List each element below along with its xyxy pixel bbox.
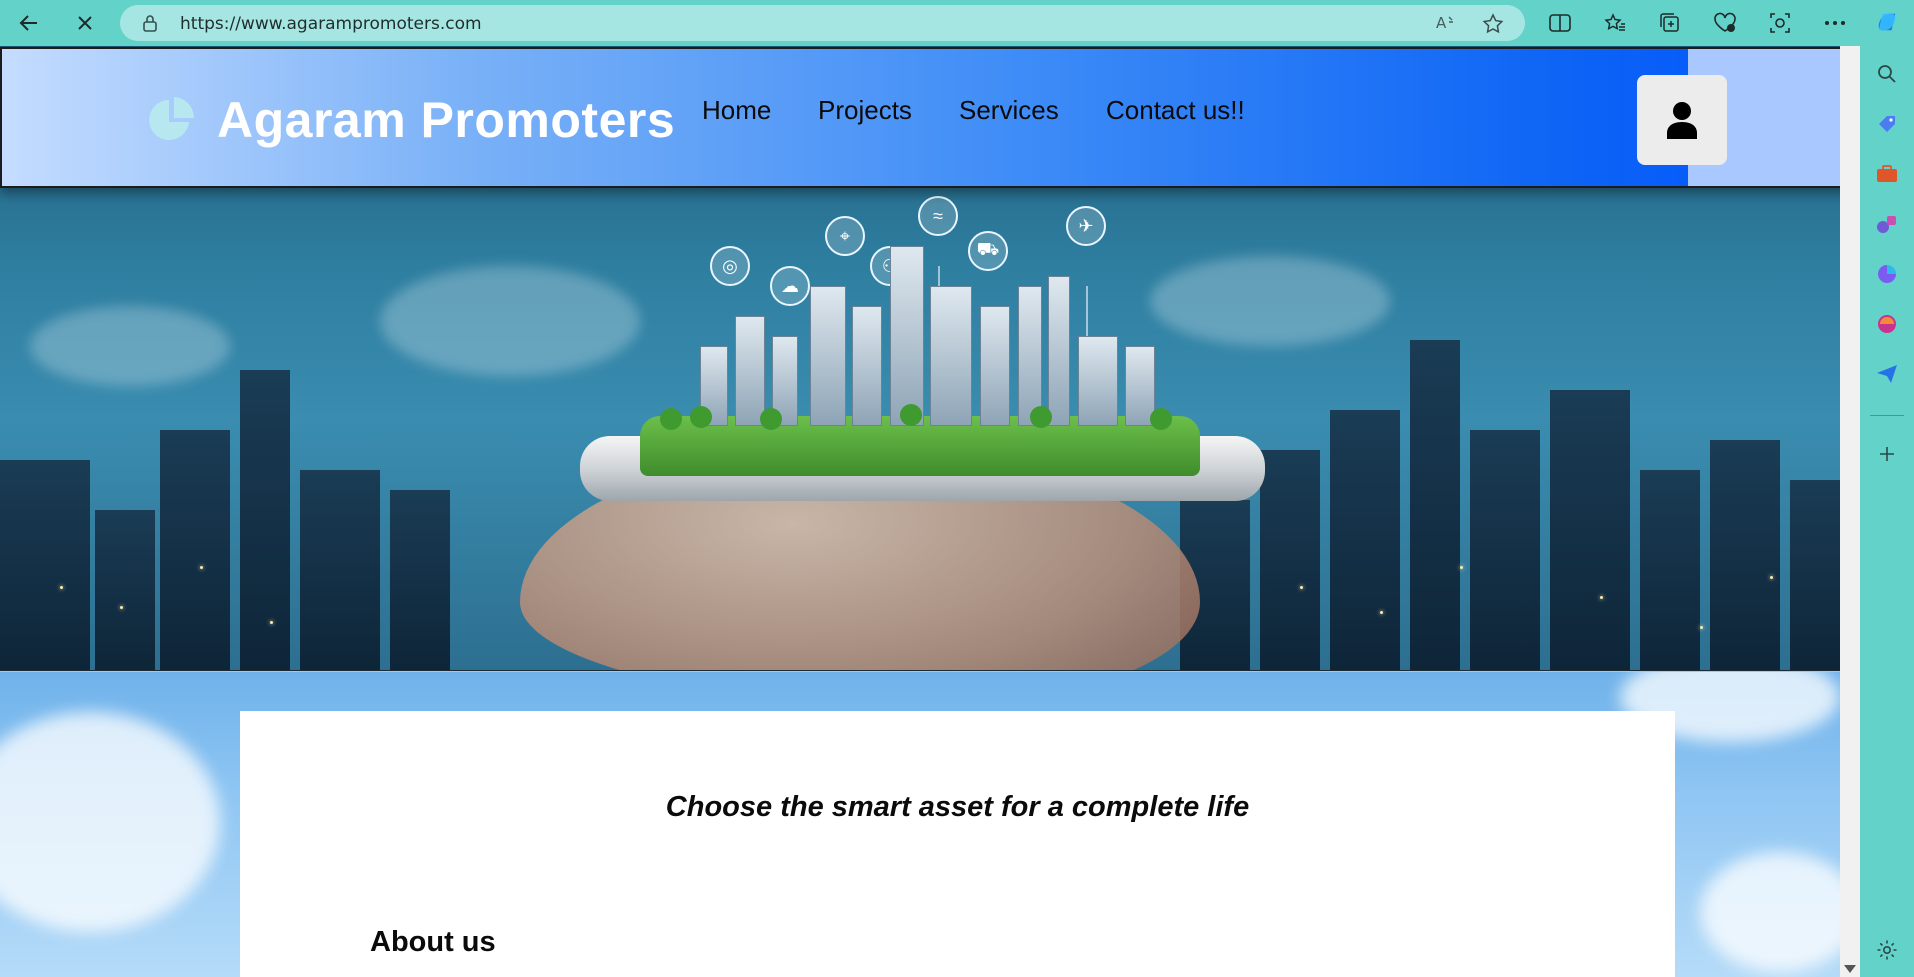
url-text[interactable]: https://www.agarampromoters.com [180,14,482,34]
copilot-icon[interactable] [1875,10,1899,34]
back-arrow-icon [19,15,37,31]
lock-icon[interactable] [142,14,158,37]
page-scrollbar[interactable] [1840,46,1860,977]
address-bar[interactable]: https://www.agarampromoters.com A [120,5,1525,41]
microsoft-365-icon[interactable] [1875,262,1899,286]
search-icon[interactable] [1875,62,1899,86]
browser-toolbar: https://www.agarampromoters.com A [0,0,1914,46]
collections-icon[interactable] [1657,10,1683,36]
browser-sidebar [1860,0,1914,977]
screenshot-icon[interactable] [1767,10,1793,36]
user-account-button[interactable] [1637,75,1727,165]
add-icon[interactable] [1875,442,1899,466]
svg-text:A: A [1436,14,1447,32]
favorite-star-icon[interactable] [1482,13,1504,40]
close-icon [78,16,92,30]
split-screen-icon[interactable] [1547,10,1573,36]
shopping-tag-icon[interactable] [1875,112,1899,136]
settings-gear-icon[interactable] [1875,938,1899,962]
user-icon [1667,102,1697,139]
nav-home[interactable]: Home [702,95,771,126]
nav-services[interactable]: Services [959,95,1059,126]
tools-briefcase-icon[interactable] [1875,162,1899,186]
about-us-heading: About us [370,926,496,958]
tagline: Choose the smart asset for a complete li… [665,791,1250,823]
pie-chart-logo-icon[interactable] [147,94,197,144]
web-page: ◎ ☁ ⌖ ⚇ ≈ ⛟ ✈ Choose the smart [0,46,1860,977]
back-button[interactable] [14,8,44,38]
read-aloud-icon[interactable]: A [1435,13,1457,38]
site-header: Agaram Promoters Home Projects Services … [0,47,1860,188]
nav-contact[interactable]: Contact us!! [1106,95,1245,126]
favorites-icon[interactable] [1602,10,1628,36]
games-icon[interactable] [1875,212,1899,236]
send-icon[interactable] [1875,362,1899,386]
nav-projects[interactable]: Projects [818,95,912,126]
intro-card: Choose the smart asset for a complete li… [240,711,1675,977]
sidebar-divider [1870,415,1904,416]
browser-essentials-icon[interactable] [1712,10,1738,36]
brand-title[interactable]: Agaram Promoters [217,91,675,149]
drop-icon[interactable] [1875,312,1899,336]
scroll-down-arrow-icon[interactable] [1844,965,1856,973]
stop-loading-button[interactable] [70,8,100,38]
more-options-icon[interactable] [1822,10,1848,36]
